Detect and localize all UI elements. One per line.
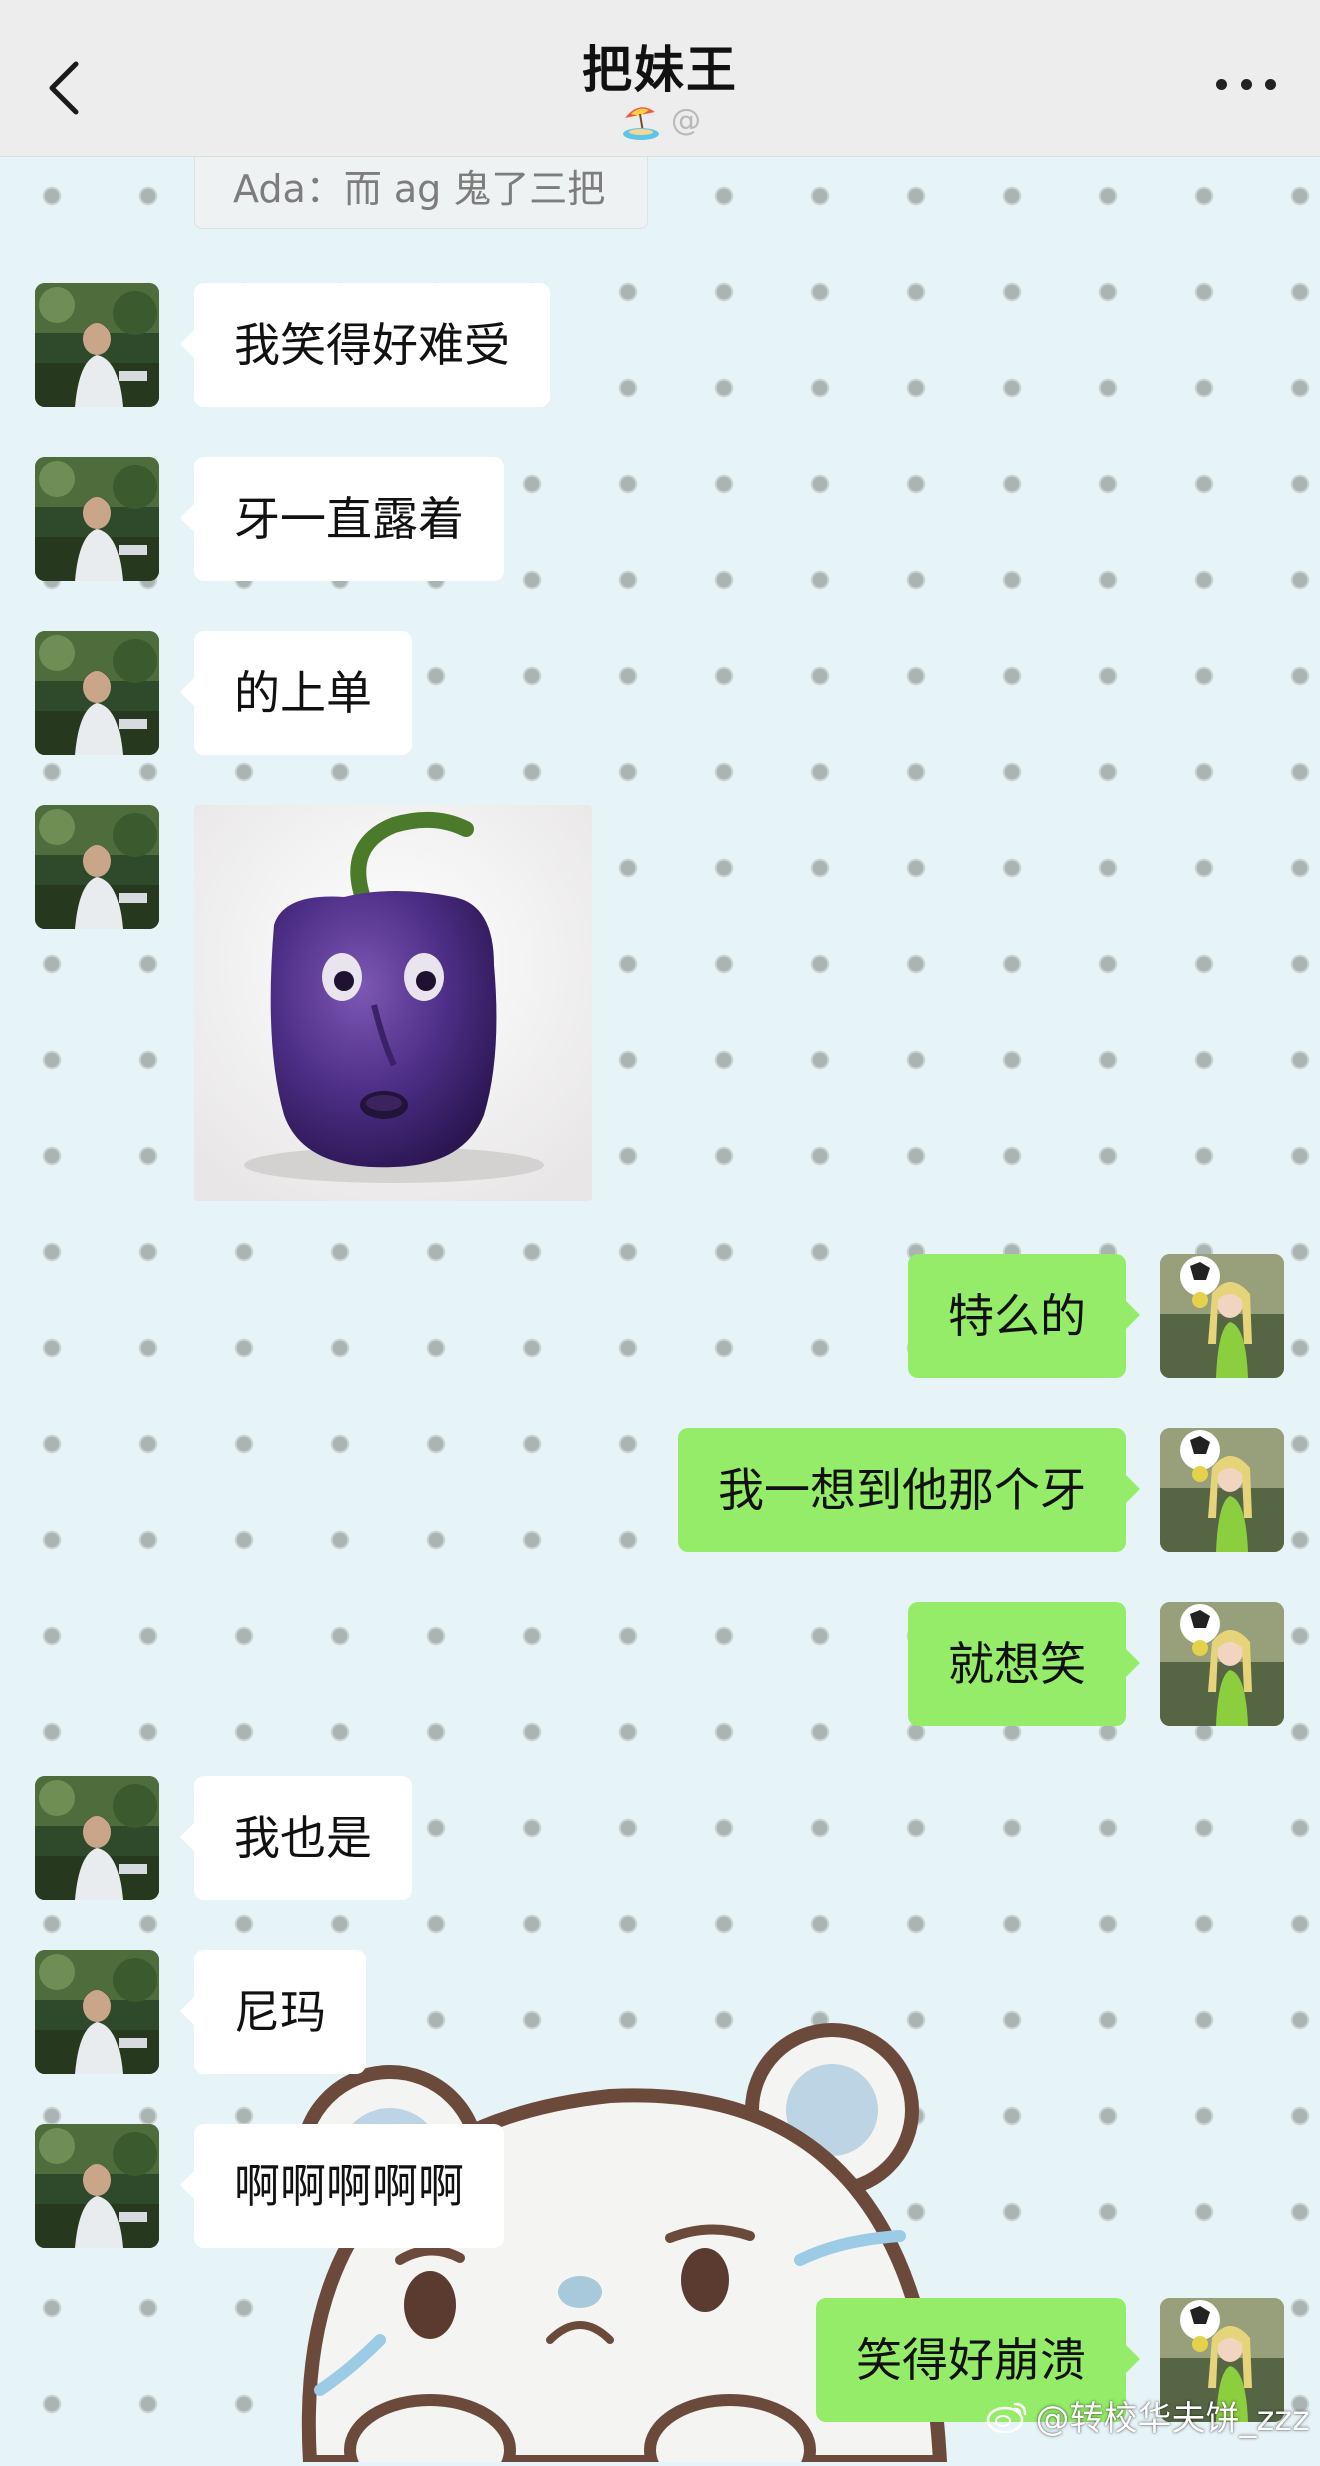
message-bubble[interactable]: 就想笑 (908, 1602, 1140, 1726)
self-avatar[interactable] (1160, 1428, 1284, 1552)
beach-umbrella-icon (619, 98, 663, 142)
message-bubble[interactable]: 我也是 (180, 1776, 412, 1900)
message-bubble[interactable]: 特么的 (908, 1254, 1140, 1378)
message-bubble[interactable]: 我笑得好难受 (180, 283, 550, 407)
dot (1240, 78, 1252, 90)
self-avatar[interactable] (1160, 1254, 1284, 1378)
chat-header: 把妹王 @ (0, 0, 1320, 157)
ellipsis-icon[interactable] (1216, 72, 1276, 96)
sticker-image[interactable] (194, 805, 592, 1201)
self-avatar[interactable] (1160, 1602, 1284, 1726)
chat-subtitle: @ (0, 98, 1320, 142)
message-bubble[interactable]: 啊啊啊啊啊 (180, 2124, 504, 2248)
message-bubble[interactable]: 我一想到他那个牙 (678, 1428, 1140, 1552)
quoted-message[interactable]: Ada：而 ag 鬼了三把 (194, 155, 648, 229)
message-bubble[interactable]: 尼玛 (180, 1950, 366, 2074)
contact-avatar[interactable] (35, 805, 159, 929)
contact-avatar[interactable] (35, 2124, 159, 2248)
contact-avatar[interactable] (35, 457, 159, 581)
dot (1216, 78, 1227, 90)
dot (1265, 78, 1276, 90)
message-list[interactable]: Ada：而 ag 鬼了三把 我笑得好难受 牙一直露着 的上单 特么的 我一想到他… (0, 155, 1320, 2462)
contact-avatar[interactable] (35, 1950, 159, 2074)
weibo-icon (985, 2398, 1029, 2434)
message-bubble[interactable]: 牙一直露着 (180, 457, 504, 581)
message-bubble[interactable]: 的上单 (180, 631, 412, 755)
mention-symbol: @ (671, 102, 701, 138)
contact-avatar[interactable] (35, 1776, 159, 1900)
watermark: @转校华夫饼_zzz (985, 2391, 1310, 2440)
chat-title: 把妹王 (582, 41, 738, 99)
contact-avatar[interactable] (35, 631, 159, 755)
watermark-text: @转校华夫饼_zzz (1035, 2399, 1310, 2439)
contact-avatar[interactable] (35, 283, 159, 407)
